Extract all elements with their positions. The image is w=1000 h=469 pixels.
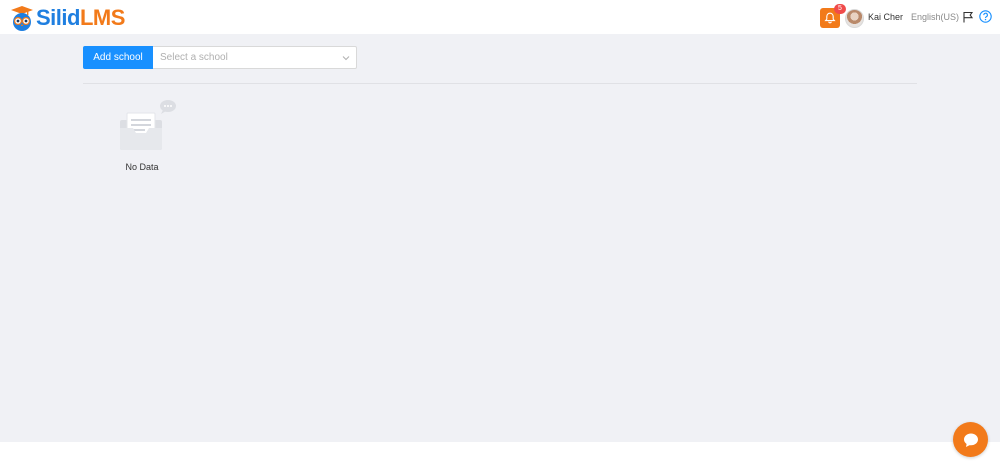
school-toolbar: Add school Select a school [83,46,357,69]
footer [0,442,1000,469]
live-chat-button[interactable] [953,422,988,457]
school-select[interactable]: Select a school [153,46,357,69]
logo-wordmark-silid: Silid [36,5,80,30]
empty-inbox-icon [120,100,176,150]
notification-count-badge: 5 [834,4,846,14]
logo-wordmark: SilidLMS [36,5,125,31]
language-selector[interactable]: English(US) [911,12,959,22]
bell-icon [824,12,836,24]
empty-state-text: No Data [125,162,159,172]
avatar[interactable] [845,9,864,28]
app-logo[interactable]: SilidLMS [10,4,125,32]
help-icon[interactable] [979,10,992,23]
main-content: Add school Select a school No Data [0,34,1000,442]
chat-bubble-icon [963,433,978,447]
owl-mascot-icon [11,6,33,31]
logo-wordmark-lms: LMS [79,5,125,30]
empty-state: No Data [113,98,177,172]
school-select-placeholder: Select a school [160,52,228,63]
top-header: SilidLMS 5 Kai Cher English(US) [0,0,1000,34]
user-name[interactable]: Kai Cher [868,12,903,22]
chevron-down-icon [342,56,350,61]
add-school-button[interactable]: Add school [83,46,153,69]
divider [83,83,917,84]
flag-icon[interactable] [962,11,974,23]
